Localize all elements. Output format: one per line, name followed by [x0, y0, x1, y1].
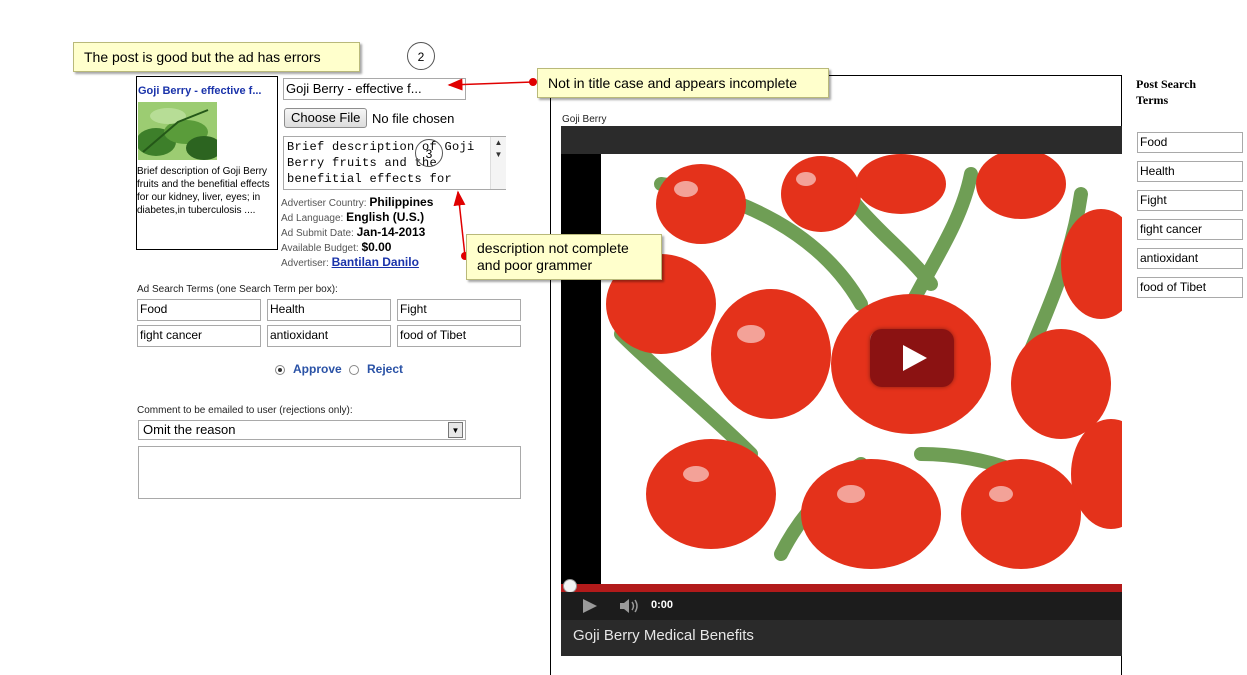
annotation-arrows [447, 78, 537, 260]
title-case-note: Not in title case and appears incomplete [548, 75, 798, 91]
description-note-line1: description not complete [477, 240, 629, 256]
description-callout: description not complete and poor gramme… [466, 234, 662, 280]
title-case-callout: Not in title case and appears incomplete [537, 68, 829, 98]
description-note-line2: and poor grammer [477, 257, 593, 273]
